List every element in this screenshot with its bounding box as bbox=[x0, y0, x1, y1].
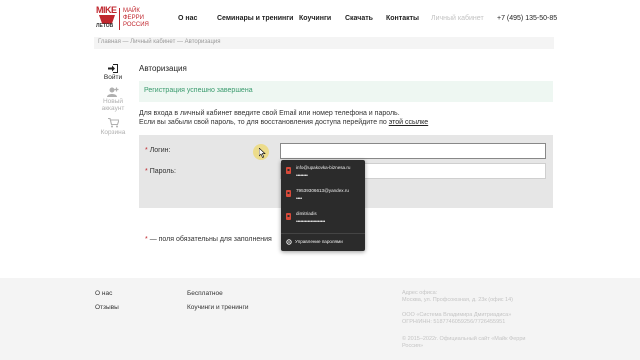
footer-address: Адрес офиса: Москва, ул. Профсоюзная, д.… bbox=[402, 290, 514, 303]
success-alert: Регистрация успешно завершена bbox=[139, 81, 553, 102]
password-label: * Пароль: bbox=[145, 168, 176, 175]
logo-sub-text: ЛЕТОВ bbox=[96, 23, 114, 29]
nav-download[interactable]: Скачать bbox=[345, 15, 373, 22]
nav-seminars[interactable]: Семинары и тренинги bbox=[217, 15, 293, 22]
logo-mark-text: MIKE bbox=[96, 5, 117, 15]
sidebar-item-login[interactable]: Войти bbox=[96, 64, 130, 81]
manage-passwords-label: Управление паролями bbox=[295, 239, 343, 244]
key-icon bbox=[286, 213, 291, 220]
footer-link-free[interactable]: Бесплатное bbox=[187, 290, 223, 297]
sidebar-item-label: Войти bbox=[103, 74, 123, 81]
footer-copyright: © 2015–2022г. Официальный сайт «Майк Фер… bbox=[402, 336, 526, 349]
key-icon bbox=[286, 167, 291, 174]
site-footer: О нас Отзывы Бесплатное Коучинги и трени… bbox=[0, 278, 640, 360]
login-input[interactable] bbox=[280, 143, 546, 159]
sidebar-item-label: Корзина bbox=[100, 129, 126, 136]
account-sidebar: Войти Новый аккаунт Корзина bbox=[96, 60, 130, 270]
page-title: Авторизация bbox=[139, 64, 187, 73]
manage-passwords-item[interactable]: Управление паролями bbox=[281, 236, 365, 249]
autofill-username: info@upakovka-biznesa.ru bbox=[296, 165, 351, 170]
success-message: Регистрация успешно завершена bbox=[144, 87, 253, 94]
logo-wordmark[interactable]: МАЙК ФЕРРИ РОССИЯ bbox=[123, 8, 163, 29]
autofill-username: dimitriadis bbox=[296, 211, 317, 216]
intro-text: Для входа в личный кабинет введите свой … bbox=[139, 109, 428, 127]
password-autofill-dropdown: info@upakovka-biznesa.ru •••••••• 795393… bbox=[281, 160, 365, 251]
header-phone[interactable]: +7 (495) 135-50-85 bbox=[497, 15, 557, 22]
user-add-icon bbox=[107, 87, 119, 97]
nav-account[interactable]: Личный кабинет bbox=[431, 15, 484, 22]
sidebar-item-new-account[interactable]: Новый аккаунт bbox=[96, 87, 130, 112]
login-label: * Логин: bbox=[145, 147, 171, 154]
footer-link-reviews[interactable]: Отзывы bbox=[95, 304, 119, 311]
sidebar-item-label-line2: аккаунт bbox=[101, 105, 125, 112]
logo-divider bbox=[119, 8, 120, 30]
nav-contacts[interactable]: Контакты bbox=[386, 15, 419, 22]
gear-icon bbox=[286, 239, 292, 245]
site-logo[interactable]: MIKE ЛЕТОВ bbox=[96, 6, 118, 32]
dropdown-divider bbox=[281, 233, 365, 234]
required-fields-note: * — поля обязательны для заполнения bbox=[145, 236, 272, 243]
nav-coaching[interactable]: Коучинги bbox=[299, 15, 331, 22]
sidebar-item-cart[interactable]: Корзина bbox=[96, 118, 130, 136]
autofill-password: •••• bbox=[296, 196, 302, 202]
breadcrumb: Главная — Личный кабинет — Авторизация bbox=[94, 37, 554, 49]
autofill-entry[interactable]: dimitriadis •••••••••••••••••••• bbox=[281, 208, 365, 230]
nav-about[interactable]: О нас bbox=[178, 15, 197, 22]
cart-icon bbox=[107, 118, 119, 128]
breadcrumb-text[interactable]: Главная — Личный кабинет — Авторизация bbox=[98, 39, 221, 45]
autofill-password: •••••••••••••••••••• bbox=[296, 219, 326, 225]
password-recovery-link[interactable]: этой ссылке bbox=[389, 119, 428, 126]
login-icon bbox=[108, 64, 118, 73]
autofill-password: •••••••• bbox=[296, 173, 308, 179]
site-header: MIKE ЛЕТОВ МАЙК ФЕРРИ РОССИЯ О нас Семин… bbox=[0, 0, 640, 36]
intro-line-2: Если вы забыли свой пароль, то для восст… bbox=[139, 119, 429, 126]
key-icon bbox=[286, 190, 291, 197]
autofill-entry[interactable]: 79539306613@yandex.ru •••• bbox=[281, 185, 365, 207]
autofill-username: 79539306613@yandex.ru bbox=[296, 188, 349, 193]
footer-link-coaching[interactable]: Коучинги и тренинги bbox=[187, 304, 248, 311]
footer-link-about[interactable]: О нас bbox=[95, 290, 112, 297]
intro-line-1: Для входа в личный кабинет введите свой … bbox=[139, 110, 400, 117]
autofill-entry[interactable]: info@upakovka-biznesa.ru •••••••• bbox=[281, 162, 365, 184]
footer-company: ООО «Система Владимира Дмитриадиса» ОГРН… bbox=[402, 312, 512, 325]
mouse-pointer-icon bbox=[259, 148, 266, 158]
sidebar-item-label-line1: Новый bbox=[102, 98, 124, 105]
